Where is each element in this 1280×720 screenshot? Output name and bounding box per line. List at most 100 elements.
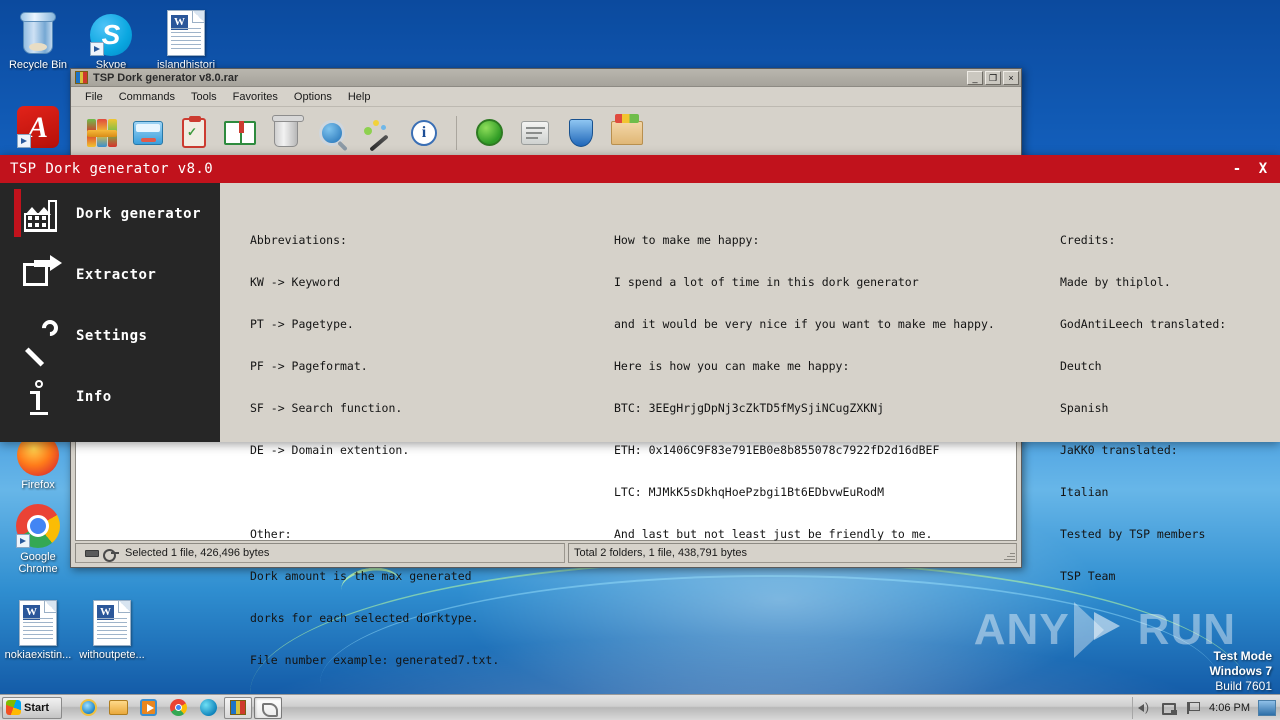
desktop-icon-nokiaexistin[interactable]: W nokiaexistin... xyxy=(2,598,74,661)
start-button[interactable]: Start xyxy=(2,696,62,719)
donation-column: How to make me happy: I spend a lot of t… xyxy=(614,205,995,569)
action-center-icon[interactable] xyxy=(1185,701,1201,715)
add-icon[interactable] xyxy=(79,113,125,153)
start-button-label: Start xyxy=(24,701,50,714)
wizard-icon[interactable] xyxy=(355,113,401,153)
toolbar-separator xyxy=(456,115,457,150)
repair-icon[interactable] xyxy=(604,113,650,153)
explorer-icon xyxy=(108,700,128,715)
taskbar-item-google-chrome[interactable] xyxy=(164,697,192,719)
desktop-icon-withoutpete[interactable]: W withoutpete... xyxy=(76,598,148,661)
dork-title: TSP Dork generator v8.0 xyxy=(10,161,214,177)
factory-icon xyxy=(22,194,62,234)
dork-titlebar[interactable]: TSP Dork generator v8.0 - X xyxy=(0,155,1280,183)
desktop-icon-label: nokiaexistin... xyxy=(4,649,72,661)
winrar-titlebar[interactable]: TSP Dork generator v8.0.rar _ ❐ × xyxy=(71,69,1021,87)
protect-icon[interactable] xyxy=(558,113,604,153)
btc-address-line: BTC: 3EEgHrjgDpNj3cZkTD5fMySjiNCugZXKNj xyxy=(614,401,885,415)
credits-line: GodAntiLeech translated: xyxy=(1060,317,1227,331)
other-line: File number example: generated7.txt. xyxy=(250,653,500,667)
donation-line: Here is how you can make me happy: xyxy=(614,359,850,373)
menu-item-file[interactable]: File xyxy=(77,89,111,105)
view-icon[interactable] xyxy=(217,113,263,153)
menu-item-options[interactable]: Options xyxy=(286,89,340,105)
volume-icon[interactable] xyxy=(1137,700,1153,715)
taskbar-item-windows-explorer[interactable] xyxy=(104,697,132,719)
status-left-text: Selected 1 file, 426,496 bytes xyxy=(125,547,270,559)
sidebar-item-info[interactable]: Info xyxy=(0,366,220,427)
desktop-icon-recycle-bin[interactable]: Recycle Bin xyxy=(2,8,74,71)
network-icon[interactable] xyxy=(1161,701,1178,715)
desktop-icon-skype[interactable]: S Skype xyxy=(75,8,147,71)
dork-info-panel: Abbreviations: KW -> Keyword PT -> Paget… xyxy=(220,183,1280,667)
dork-sidebar: Dork generator Extractor Settings Info xyxy=(0,183,220,442)
test-icon[interactable] xyxy=(171,113,217,153)
virusscan-icon[interactable] xyxy=(466,113,512,153)
winrar-window-controls: _ ❐ × xyxy=(967,70,1019,85)
comment-icon[interactable] xyxy=(512,113,558,153)
media-player-icon xyxy=(139,699,157,716)
status-icons xyxy=(81,548,125,562)
menu-item-tools[interactable]: Tools xyxy=(183,89,225,105)
shortcut-arrow-icon xyxy=(17,134,31,148)
desktop-icon-label: Firefox xyxy=(21,479,55,491)
sidebar-item-label: Info xyxy=(76,388,112,405)
close-button[interactable]: × xyxy=(1003,70,1019,85)
credits-line: Made by thiplol. xyxy=(1060,275,1171,289)
chrome-icon xyxy=(2,500,74,548)
info-icon xyxy=(22,377,62,417)
abbreviations-column: Abbreviations: KW -> Keyword PT -> Paget… xyxy=(250,205,499,695)
word-document-icon: W xyxy=(150,8,222,56)
desktop-icon-islandhistori[interactable]: W islandhistori xyxy=(150,8,222,71)
winrar-title: TSP Dork generator v8.0.rar xyxy=(93,71,239,84)
other-line: Dork amount is the max generated xyxy=(250,569,472,583)
test-mode-line-1: Test Mode xyxy=(1213,649,1272,663)
desktop-icon-google-chrome[interactable]: Google Chrome xyxy=(2,500,74,575)
taskbar-item-internet-explorer[interactable] xyxy=(74,697,102,719)
desktop-icon-adobe-reader[interactable]: A xyxy=(2,100,74,148)
sidebar-item-label: Dork generator xyxy=(76,205,202,222)
credits-heading: Credits: xyxy=(1060,233,1116,247)
menu-item-commands[interactable]: Commands xyxy=(111,89,183,105)
maximize-button[interactable]: ❐ xyxy=(985,70,1001,85)
resize-grip[interactable] xyxy=(1003,549,1015,561)
clock[interactable]: 4:06 PM xyxy=(1209,702,1250,714)
show-desktop-button[interactable] xyxy=(1258,699,1276,716)
edge-icon xyxy=(199,699,217,716)
credits-line: Deutch xyxy=(1060,359,1102,373)
taskbar: Start 4:06 PM xyxy=(0,694,1280,720)
ltc-address-line: LTC: MJMkK5sDkhqHoePzbgi1Bt6EDbvwEuRodM xyxy=(614,485,885,499)
sidebar-item-extractor[interactable]: Extractor xyxy=(0,244,220,305)
winrar-books-icon xyxy=(75,71,88,84)
credits-line: Italian xyxy=(1060,485,1109,499)
taskbar-item-dork-generator-window[interactable] xyxy=(254,696,282,719)
menu-item-favorites[interactable]: Favorites xyxy=(225,89,286,105)
desktop-icon-label: Recycle Bin xyxy=(8,59,68,71)
word-document-icon: W xyxy=(2,598,74,646)
extract-to-icon[interactable] xyxy=(125,113,171,153)
recycle-bin-icon xyxy=(2,8,74,56)
taskbar-item-winrar-window[interactable] xyxy=(224,696,252,719)
menu-item-help[interactable]: Help xyxy=(340,89,379,105)
drive-icon xyxy=(85,549,99,557)
desktop-icon-label: Google Chrome xyxy=(18,551,58,575)
desktop-icon-label: withoutpete... xyxy=(79,649,145,661)
taskbar-item-media-player[interactable] xyxy=(134,697,162,719)
sidebar-item-settings[interactable]: Settings xyxy=(0,305,220,367)
minimize-button[interactable]: - xyxy=(1224,156,1250,182)
taskbar-item-microsoft-edge[interactable] xyxy=(194,697,222,719)
find-icon[interactable] xyxy=(309,113,355,153)
delete-icon[interactable] xyxy=(263,113,309,153)
credits-line: Tested by TSP members xyxy=(1060,527,1206,541)
sidebar-item-dork-generator[interactable]: Dork generator xyxy=(0,183,220,244)
info-icon[interactable]: i xyxy=(401,113,447,153)
winrar-toolbar: i xyxy=(71,107,1021,159)
abbreviation-line: PT -> Pagetype. xyxy=(250,317,354,331)
watermark-text-left: ANY xyxy=(973,605,1070,654)
close-button[interactable]: X xyxy=(1250,156,1276,182)
windows-logo-icon xyxy=(6,700,21,715)
minimize-button[interactable]: _ xyxy=(967,70,983,85)
abbreviation-line: SF -> Search function. xyxy=(250,401,403,415)
donation-line: I spend a lot of time in this dork gener… xyxy=(614,275,919,289)
dork-generator-window[interactable]: TSP Dork generator v8.0 - X Dork generat… xyxy=(0,155,1280,667)
